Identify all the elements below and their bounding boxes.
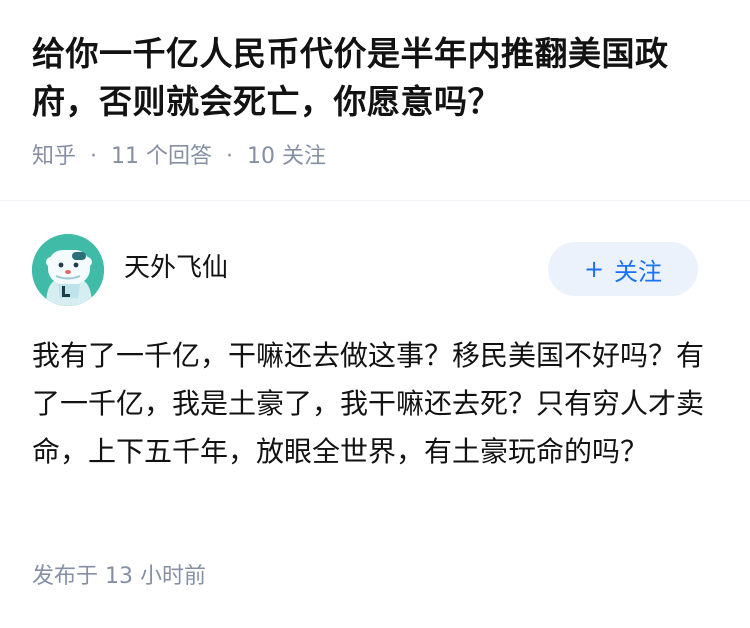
publish-time: 发布于 13 小时前 (32, 564, 206, 589)
answers-count[interactable]: 11 个回答 (111, 142, 212, 172)
question-header: 给你一千亿人民币代价是半年内推翻美国政府，否则就会死亡，你愿意吗？ 知乎 · 1… (32, 30, 722, 172)
answer-author-row: 天外飞仙 + 关注 (32, 232, 698, 312)
answer-content[interactable]: 我有了一千亿，干嘛还去做这事？移民美国不好吗？有了一千亿，我是土豪了，我干嘛还去… (32, 332, 708, 476)
source-label[interactable]: 知乎 (32, 142, 76, 172)
follow-button-label: 关注 (614, 257, 663, 286)
followers-count[interactable]: 10 关注 (247, 142, 326, 172)
author-name[interactable]: 天外飞仙 (124, 250, 228, 286)
cartoon-avatar-icon[interactable] (32, 234, 104, 306)
follow-button[interactable]: + 关注 (548, 242, 698, 296)
meta-separator: · (226, 144, 234, 169)
question-meta: 知乎 · 11 个回答 · 10 关注 (32, 142, 722, 172)
avatar-illustration (32, 234, 104, 306)
question-title[interactable]: 给你一千亿人民币代价是半年内推翻美国政府，否则就会死亡，你愿意吗？ (32, 30, 722, 126)
meta-separator: · (90, 144, 98, 169)
plus-icon: + (583, 255, 605, 283)
section-divider (0, 200, 750, 201)
